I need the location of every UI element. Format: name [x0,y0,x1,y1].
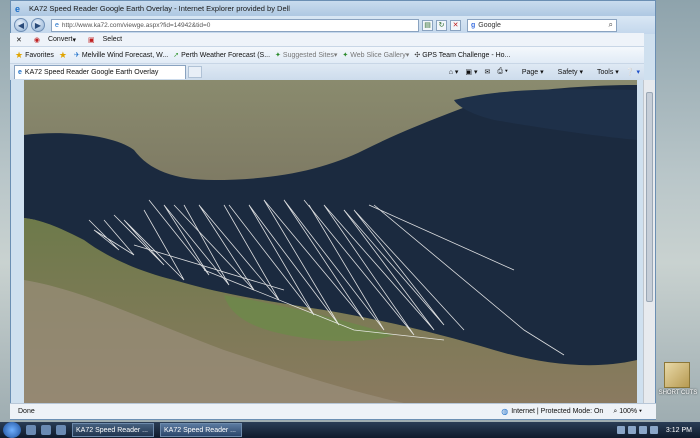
fav-item-melville[interactable]: ✈ Melville Wind Forecast, W... [74,51,169,60]
fav-item-label: Melville Wind Forecast, W... [81,51,169,59]
convert-label: Convert [47,36,73,43]
pdf-icon: ◉ [33,36,40,44]
taskbar-item-1[interactable]: KA72 Speed Reader ... [72,423,154,437]
tools-menu[interactable]: Tools ▾ [590,68,619,76]
zoom-text: 100% [619,407,638,415]
stop-button[interactable]: ✕ [450,19,461,31]
fav-item-label: GPS Team Challenge - Ho... [422,51,511,59]
tools-menu-label: Tools [597,69,614,76]
taskbar-item-2[interactable]: KA72 Speed Reader ... [160,423,242,437]
tab-label: KA72 Speed Reader Google Earth Overlay [24,69,159,76]
compat-view-button[interactable]: ▤ [422,19,433,31]
fav-item-suggested[interactable]: ✦ Suggested Sites ▾ [275,51,337,60]
taskbar-item-label: KA72 Speed Reader ... [76,426,148,434]
print-icon[interactable]: ⎙ ▾ [497,68,508,76]
fav-item-label: Web Slice Gallery [350,51,406,59]
shortcuts-folder-label: SHORT CUTS [658,390,698,396]
page-menu[interactable]: Page ▾ [515,68,544,76]
shortcuts-folder-icon[interactable] [664,362,690,388]
command-bar: ⌂ ▾ ▣ ▾ ✉ ⎙ ▾ Page ▾ Safety ▾ Tools ▾ ❔ … [442,68,640,76]
zone-text: Internet | Protected Mode: On [511,408,604,415]
refresh-button[interactable]: ↻ [436,19,447,31]
select-label: Select [102,36,123,43]
taskbar: KA72 Speed Reader ... KA72 Speed Reader … [0,422,700,438]
new-tab-button[interactable] [188,66,202,78]
page-icon: e [55,21,59,29]
forward-button[interactable]: ▶ [31,18,45,32]
tray-power-icon[interactable] [638,426,647,434]
convert-button[interactable]: ◉ Convert ▾ [28,36,76,44]
quicklaunch-ie-icon[interactable] [41,425,51,435]
address-input[interactable]: e http://www.ka72.com/viewge.aspx?fid=14… [51,18,419,32]
google-icon: g [471,21,476,29]
system-tray: 3:12 PM [614,426,692,434]
search-input[interactable]: g Google ⌕ [467,18,617,32]
fav-item-gps[interactable]: ✣ GPS Team Challenge - Ho... [414,51,511,60]
tray-network-icon[interactable] [616,426,625,434]
tab-row: e KA72 Speed Reader Google Earth Overlay… [10,64,644,80]
back-button[interactable]: ◀ [14,18,28,32]
add-favorite-icon[interactable]: ★ [59,50,69,61]
zoom-level[interactable]: ⌕ 100% ▾ [613,408,642,416]
google-earth-overlay[interactable] [24,80,637,403]
feeds-icon[interactable]: ▣ ▾ [465,68,477,76]
close-toolbar-icon[interactable]: ✕ [16,36,22,44]
satellite-map[interactable] [24,80,637,403]
search-icon[interactable]: ⌕ [609,20,613,30]
vertical-scrollbar[interactable] [643,80,655,403]
security-zone[interactable]: ◍ Internet | Protected Mode: On [501,407,603,416]
select-button[interactable]: ▣ Select [82,36,122,44]
address-url-text: http://www.ka72.com/viewge.aspx?fid=1494… [61,21,211,29]
window-title: KA72 Speed Reader Google Earth Overlay -… [29,4,290,13]
ie-logo-icon: e [15,3,21,14]
fav-item-label: Suggested Sites [282,51,334,59]
home-icon[interactable]: ⌂ ▾ [449,68,459,76]
favorites-bar: ★ Favorites ★ ✈ Melville Wind Forecast, W.… [10,47,644,64]
fav-item-label: Perth Weather Forecast (S... [181,51,271,59]
help-icon[interactable]: ❔ ▾ [626,68,640,76]
address-bar-row: ◀ ▶ e http://www.ka72.com/viewge.aspx?fi… [11,16,655,34]
favorites-button[interactable]: ★ Favorites [15,50,54,61]
status-bar: Done ◍ Internet | Protected Mode: On ⌕ 1… [10,403,656,419]
globe-icon: ◍ [501,407,509,416]
select-icon: ▣ [88,36,95,44]
taskbar-item-label: KA72 Speed Reader ... [164,426,236,434]
title-bar[interactable]: e KA72 Speed Reader Google Earth Overlay… [11,1,655,16]
favorites-star-icon: ★ [15,49,24,60]
quicklaunch-media-icon[interactable] [56,425,66,435]
tab-ie-icon: e [18,69,22,76]
clock[interactable]: 3:12 PM [666,427,692,434]
toolbar-convert: ✕ ◉ Convert ▾ ▣ Select [10,33,644,47]
scrollbar-thumb[interactable] [646,92,653,302]
status-text: Done [18,408,35,415]
start-button[interactable] [3,422,21,438]
fav-item-webslice[interactable]: ✦ Web Slice Gallery ▾ [342,51,409,60]
tab-ka72[interactable]: e KA72 Speed Reader Google Earth Overlay [14,65,186,79]
favorites-label: Favorites [25,51,54,59]
fav-item-perth[interactable]: ➚ Perth Weather Forecast (S... [173,51,271,60]
mail-icon[interactable]: ✉ [484,68,490,76]
page-menu-label: Page [521,69,539,76]
search-placeholder: Google [478,21,501,29]
tray-volume-icon[interactable] [627,426,636,434]
quicklaunch-desktop-icon[interactable] [26,425,36,435]
tray-flag-icon[interactable] [649,426,658,434]
safety-menu[interactable]: Safety ▾ [551,68,583,76]
safety-menu-label: Safety [557,69,578,76]
